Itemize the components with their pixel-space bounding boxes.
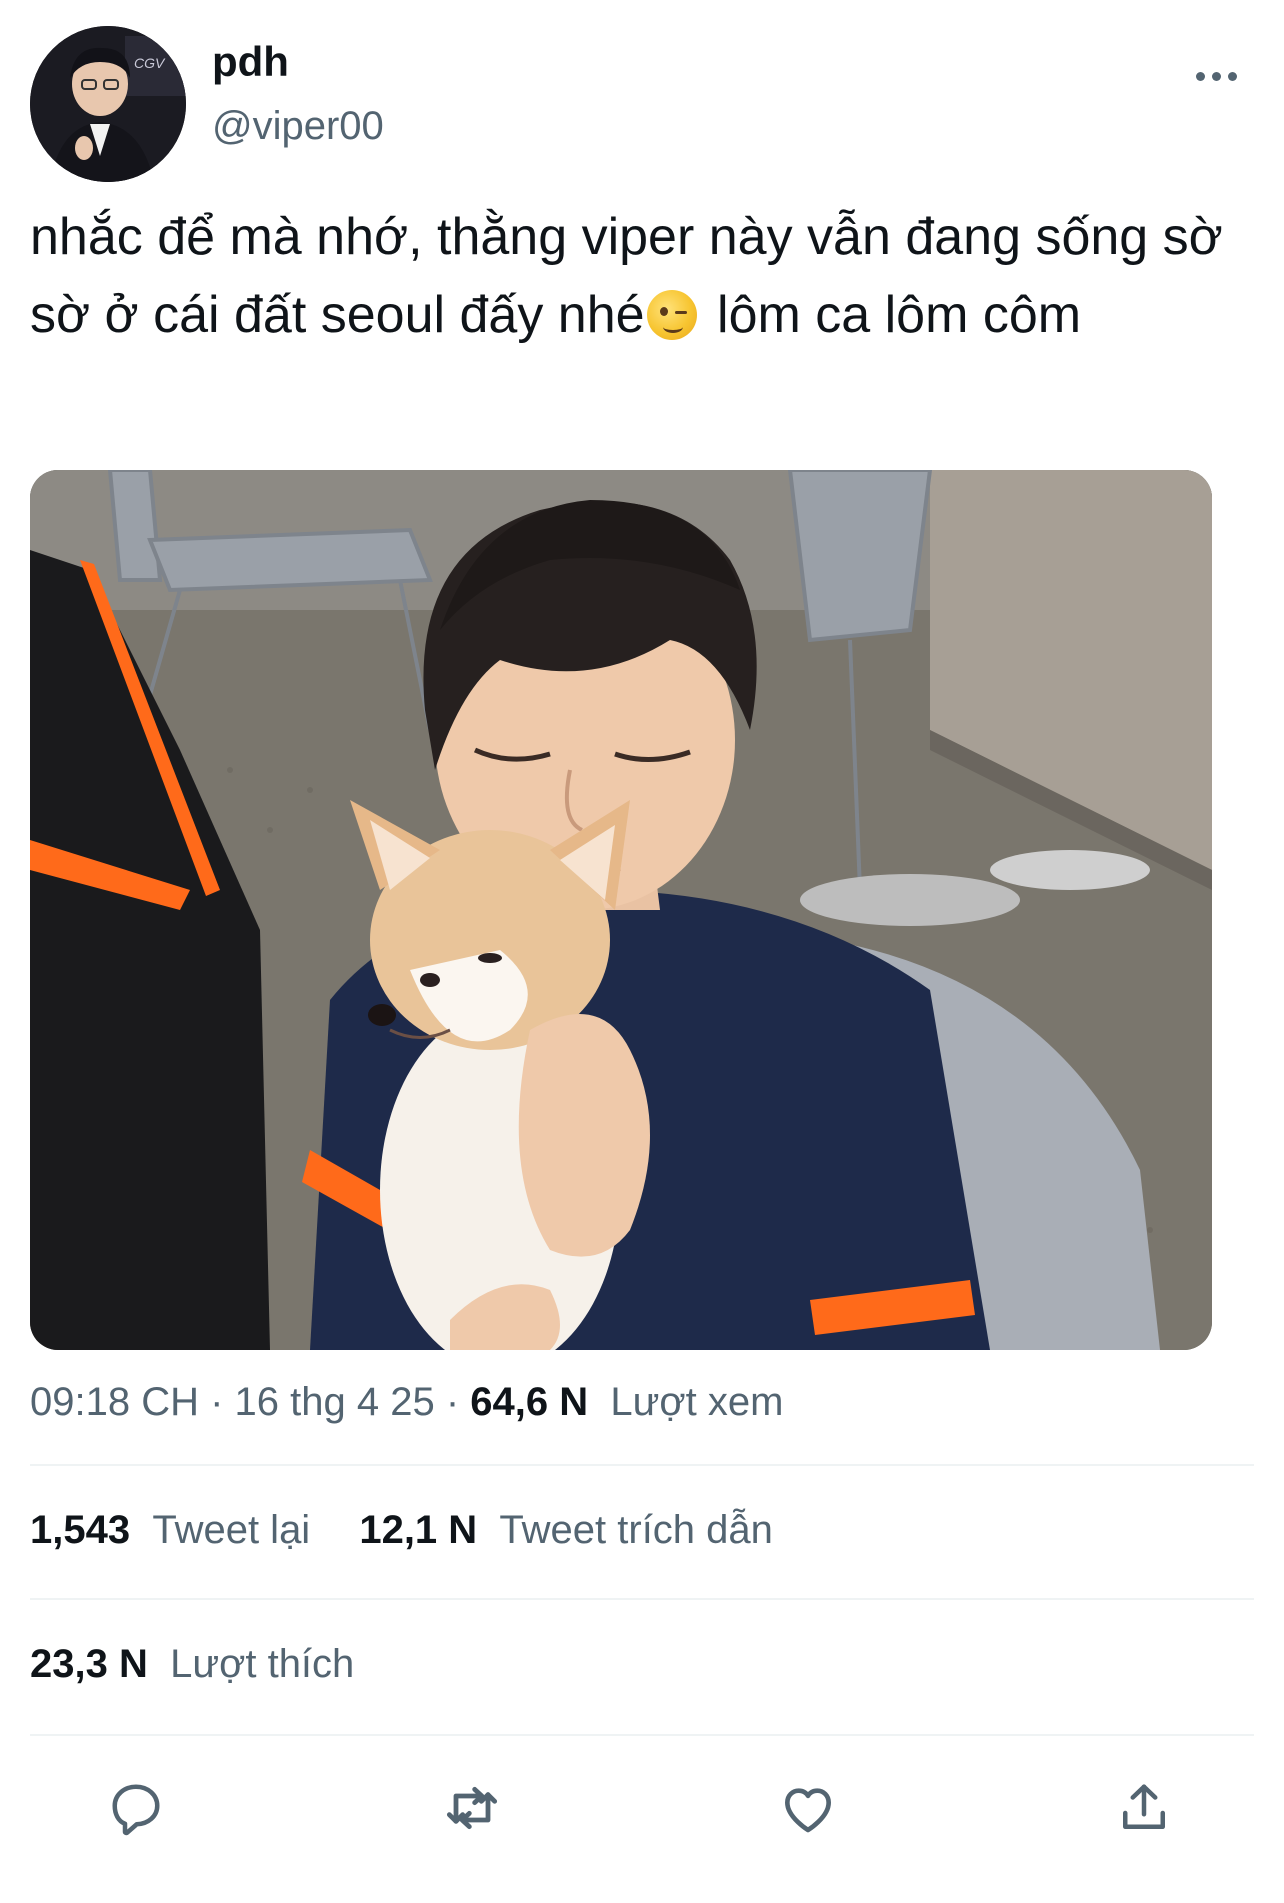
retweet-button[interactable] [432, 1768, 512, 1848]
meta-separator: · [198, 1380, 235, 1424]
retweets-label: Tweet lại [152, 1508, 311, 1552]
share-icon [1123, 1784, 1165, 1829]
tweet-date[interactable]: 16 thg 4 25 [235, 1380, 435, 1424]
heart-icon [785, 1788, 831, 1833]
quotes-count: 12,1 N [359, 1508, 478, 1552]
tweet-actions [0, 1768, 1284, 1848]
views-count: 64,6 N [470, 1380, 589, 1424]
retweet-icon [446, 1786, 498, 1830]
likes-count: 23,3 N [30, 1642, 148, 1686]
likes-label: Lượt thích [170, 1642, 355, 1686]
quotes-label: Tweet trích dẫn [499, 1508, 773, 1552]
share-button[interactable] [1104, 1768, 1184, 1848]
likes-stat[interactable]: 23,3 N Lượt thích [30, 1642, 354, 1687]
winking-face-emoji-icon [646, 290, 697, 340]
reply-button[interactable] [96, 1768, 176, 1848]
engagement-stats: 1,543 Tweet lại 12,1 N Tweet trích dẫn [30, 1508, 811, 1553]
tweet-text: nhắc để mà nhớ, thằng viper này vẫn đang… [30, 198, 1260, 354]
divider [30, 1598, 1254, 1600]
retweets-count: 1,543 [30, 1508, 131, 1552]
tweet-meta: 09:18 CH · 16 thg 4 25 · 64,6 N Lượt xem [30, 1380, 783, 1425]
more-horizontal-icon[interactable] [1188, 56, 1244, 96]
tweet-text-part: lôm ca lôm côm [702, 286, 1082, 344]
tweet-photo-illustration [30, 470, 1212, 1350]
tweet-detail: CGV pdh @viper00 nhắc để mà nhớ, thằng v… [0, 0, 1284, 1903]
likes-stats: 23,3 N Lượt thích [30, 1642, 392, 1687]
retweets-stat[interactable]: 1,543 Tweet lại [30, 1508, 310, 1553]
views-label: Lượt xem [610, 1380, 784, 1424]
svg-text:CGV: CGV [134, 55, 166, 71]
divider [30, 1464, 1254, 1466]
tweet-photo[interactable] [30, 470, 1212, 1350]
avatar-photo: CGV [30, 26, 186, 182]
display-name[interactable]: pdh [212, 38, 289, 86]
like-button[interactable] [768, 1768, 848, 1848]
reply-icon [112, 1784, 160, 1836]
avatar[interactable]: CGV [30, 26, 186, 182]
divider [30, 1734, 1254, 1736]
user-handle[interactable]: @viper00 [212, 104, 384, 149]
tweet-time[interactable]: 09:18 CH [30, 1380, 199, 1424]
quotes-stat[interactable]: 12,1 N Tweet trích dẫn [359, 1508, 773, 1553]
meta-separator: · [434, 1380, 471, 1424]
